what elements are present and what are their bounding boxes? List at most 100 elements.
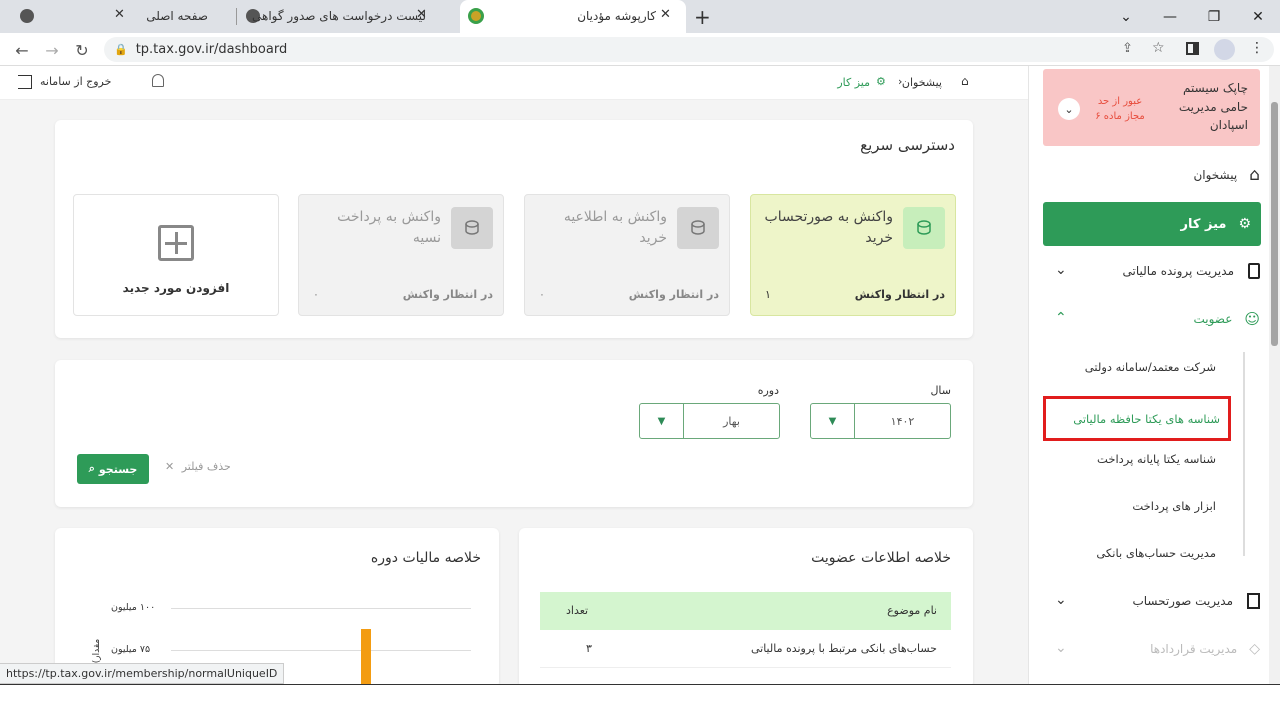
year-value: ۱۴۰۲ <box>890 414 915 428</box>
globe-icon <box>20 9 34 23</box>
share-icon[interactable]: ⇪ <box>1122 41 1133 56</box>
new-tab-button[interactable]: + <box>694 5 711 29</box>
profile-icon[interactable] <box>1214 39 1235 60</box>
quick-card-credit-payment[interactable]: واکنش به پرداخت نسیه در انتظار واکنش ۰ <box>298 194 504 316</box>
logout-link[interactable]: خروج از سامانه <box>40 75 111 88</box>
minimize-button[interactable]: — <box>1148 0 1192 33</box>
submenu-label: شناسه های یکتا حافظه مالیاتی <box>1073 411 1220 426</box>
period-label: دوره <box>757 384 779 397</box>
handshake-icon: ◇ <box>1249 641 1260 657</box>
sidebar-item-membership[interactable]: ☺ عضویت <box>1193 304 1260 334</box>
tab-home[interactable]: ✕ صفحه اصلی <box>0 0 236 33</box>
quick-card-purchase-notice[interactable]: واکنش به اطلاعیه خرید در انتظار واکنش ۰ <box>524 194 730 316</box>
tab-search-button[interactable]: ⌄ <box>1104 0 1148 33</box>
gridline <box>171 650 471 651</box>
submenu-payment-tools[interactable]: ابزار های پرداخت <box>1132 499 1216 513</box>
menu-dots-icon[interactable]: ⋮ <box>1250 40 1264 56</box>
sidebar-item-dashboard[interactable]: ⌂ پیشخوان <box>1193 160 1260 190</box>
quick-card-title: واکنش به پرداخت نسیه <box>337 209 441 246</box>
table-row: حساب‌های بانکی مرتبط با پرونده مالیاتی ۳ <box>540 630 951 668</box>
close-window-button[interactable]: ✕ <box>1236 0 1280 33</box>
address-bar[interactable]: 🔒 tp.tax.gov.ir/dashboard ⇪ ☆ ⋮ <box>104 37 1274 62</box>
sidebar-item-label: عضویت <box>1193 312 1233 326</box>
submenu-payment-terminal-id[interactable]: شناسه یکتا پایانه پرداخت <box>1097 452 1216 466</box>
chevron-down-icon[interactable]: ⌄ <box>1058 98 1080 120</box>
sidebar-item-workspace[interactable]: ⚙ میز کار <box>1043 202 1261 246</box>
quick-card-count: ۱ <box>765 288 771 301</box>
workspace-icon: ⚙ <box>1238 216 1251 232</box>
sidebar-item-label: میز کار <box>1180 216 1227 232</box>
side-panel-icon[interactable] <box>1186 42 1199 55</box>
sidebar-item-contracts[interactable]: ◇ مدیریت قراردادها <box>1150 634 1260 664</box>
sidebar-item-tax-file[interactable]: مدیریت پرونده مالیاتی <box>1123 256 1260 286</box>
membership-summary-title: خلاصه اطلاعات عضویت <box>811 550 951 566</box>
breadcrumb-home[interactable]: پیشخوان <box>902 76 942 89</box>
quick-access-title: دسترسی سریع <box>860 136 955 154</box>
coins-icon <box>903 207 945 249</box>
coins-icon <box>677 207 719 249</box>
forward-button[interactable]: → <box>40 38 64 62</box>
submenu-rail <box>1243 352 1245 556</box>
sidebar-item-label: پیشخوان <box>1193 168 1238 182</box>
reload-button[interactable]: ↻ <box>70 38 94 62</box>
sidebar-item-label: مدیریت قراردادها <box>1150 642 1238 656</box>
tax-summary-title: خلاصه مالیات دوره <box>370 550 481 566</box>
chevron-down-icon[interactable]: ⌄ <box>1055 592 1067 608</box>
file-icon <box>1248 263 1260 279</box>
browser-toolbar: ← → ↻ 🔒 tp.tax.gov.ir/dashboard ⇪ ☆ ⋮ <box>0 33 1280 66</box>
quick-card-title: واکنش به اطلاعیه خرید <box>563 209 667 246</box>
tab-title: کارپوشه مؤدیان <box>577 9 656 23</box>
tab-divider <box>236 8 237 25</box>
alert-title: چاپک سیستم حامی مدیریت اسپادان <box>1178 81 1248 133</box>
row-subject: حساب‌های بانکی مرتبط با پرونده مالیاتی <box>750 642 937 655</box>
tab-dashboard[interactable]: ✕ کارپوشه مؤدیان <box>460 0 686 33</box>
chevron-up-icon[interactable]: ⌃ <box>1055 310 1067 326</box>
bell-icon[interactable] <box>152 74 164 87</box>
maximize-button[interactable]: ❐ <box>1192 0 1236 33</box>
chevron-down-icon[interactable]: ⌄ <box>1055 262 1067 278</box>
close-icon: ✕ <box>165 460 175 473</box>
row-count: ۳ <box>586 642 592 655</box>
tab-close-icon[interactable]: ✕ <box>660 7 671 22</box>
back-button[interactable]: ← <box>10 38 34 62</box>
submenu-tax-memory-ids[interactable]: شناسه های یکتا حافظه مالیاتی <box>1043 396 1231 441</box>
tax-logo-icon <box>468 8 484 24</box>
chevron-down-icon[interactable]: ⌄ <box>1055 640 1067 656</box>
clear-filter-button[interactable]: ✕ حذف فیلتر <box>165 460 231 473</box>
clear-filter-label: حذف فیلتر <box>181 460 231 473</box>
year-select[interactable]: ▼ ۱۴۰۲ <box>810 403 951 439</box>
sidebar: چاپک سیستم حامی مدیریت اسپادان عبور از ح… <box>1028 66 1280 684</box>
bookmark-star-icon[interactable]: ☆ <box>1152 40 1165 56</box>
alert-box[interactable]: چاپک سیستم حامی مدیریت اسپادان عبور از ح… <box>1043 69 1260 146</box>
tab-title: لیست درخواست های صدور گواهی <box>252 9 426 23</box>
quick-card-status: در انتظار واکنش <box>628 288 719 301</box>
scrollbar-thumb[interactable] <box>1271 102 1278 346</box>
submenu-bank-accounts[interactable]: مدیریت حساب‌های بانکی <box>1096 546 1216 560</box>
breadcrumb-current: میز کار <box>837 76 870 89</box>
add-label: افزودن مورد جدید <box>122 281 230 295</box>
url-text: tp.tax.gov.ir/dashboard <box>135 42 288 57</box>
chart-bar <box>361 629 371 689</box>
search-button[interactable]: جستجو ⌕ <box>77 454 149 484</box>
col-subject: نام موضوع <box>887 604 937 617</box>
submenu-trusted-company[interactable]: شرکت معتمد/سامانه دولتی <box>1085 360 1216 374</box>
tab-close-icon[interactable]: ✕ <box>114 7 125 22</box>
user-icon: ☺ <box>1244 310 1260 328</box>
period-select[interactable]: ▼ بهار <box>639 403 780 439</box>
tab-cert-requests[interactable]: ✕ لیست درخواست های صدور گواهی <box>238 0 460 33</box>
top-header: خروج از سامانه ⌂ پیشخوان › ⚙ میز کار <box>0 66 1028 100</box>
sidebar-item-label: مدیریت صورتحساب <box>1132 594 1233 608</box>
quick-card-purchase-invoice[interactable]: واکنش به صورتحساب خرید در انتظار واکنش ۱ <box>750 194 956 316</box>
quick-card-count: ۰ <box>313 288 319 301</box>
chevron-down-icon: ▼ <box>640 404 684 438</box>
quick-card-title: واکنش به صورتحساب خرید <box>764 209 893 246</box>
logout-icon[interactable] <box>18 75 32 89</box>
add-quick-card[interactable]: افزودن مورد جدید <box>73 194 279 316</box>
browser-tab-bar: ✕ صفحه اصلی ✕ لیست درخواست های صدور گواه… <box>0 0 1280 33</box>
page-scrollbar[interactable] <box>1269 66 1280 684</box>
tick-label: ۱۰۰ میلیون <box>111 602 156 613</box>
home-icon[interactable]: ⌂ <box>961 74 969 88</box>
chevron-down-icon: ▼ <box>811 404 855 438</box>
quick-card-count: ۰ <box>539 288 545 301</box>
sidebar-item-invoices[interactable]: مدیریت صورتحساب <box>1132 586 1260 616</box>
